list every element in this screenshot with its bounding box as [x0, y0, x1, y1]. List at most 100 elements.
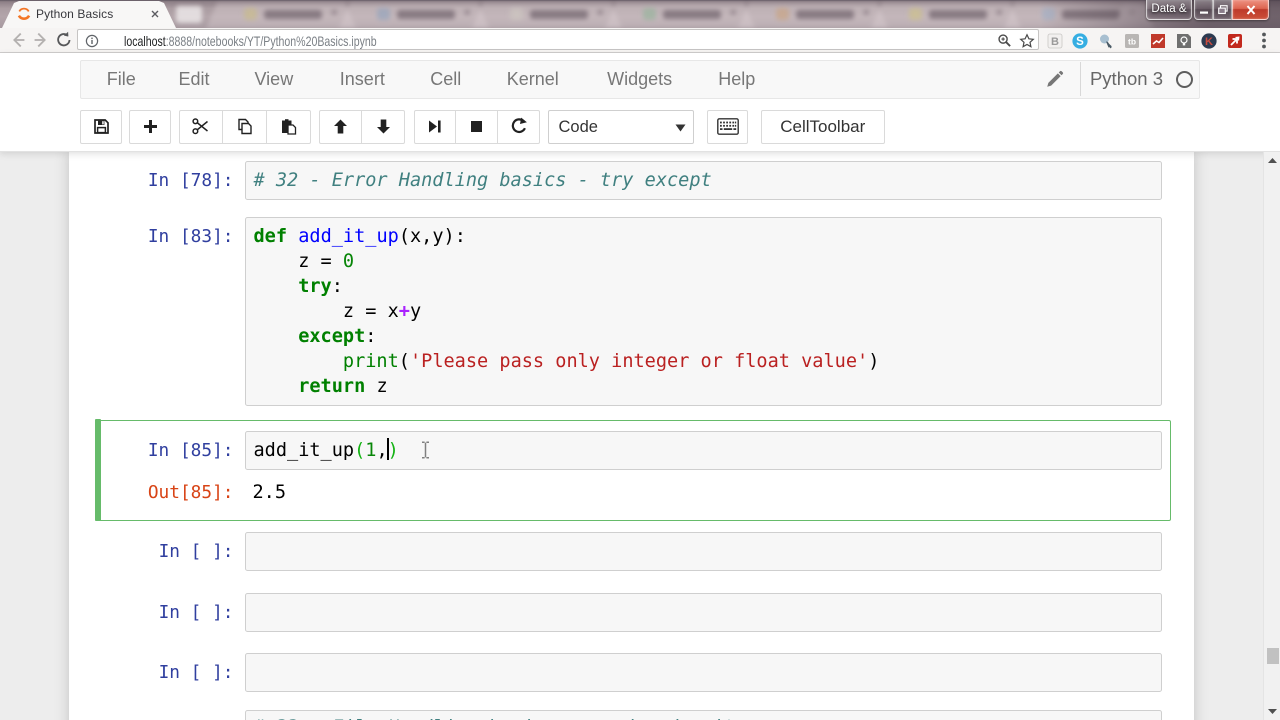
jupyter-favicon [17, 7, 31, 20]
extension-tb-grey-icon[interactable]: tb [1124, 33, 1140, 49]
svg-text:K: K [1205, 36, 1213, 48]
save-button[interactable] [80, 109, 122, 144]
input-prompt: In [ ]: [158, 661, 234, 683]
url-path: :8888/notebooks/YT/Python%20Basics.ipynb [165, 32, 377, 49]
code-cell[interactable]: In [ ]: [95, 531, 1171, 572]
code-cell-selected[interactable]: In [85]: add_it_up(1,) Out[85]: 2.5 [94, 419, 1171, 521]
menu-insert[interactable]: Insert [340, 61, 385, 97]
code-line: z = 0 [253, 251, 355, 272]
notebook-container: In [78]: # 32 - Error Handling basics - t… [69, 152, 1194, 720]
menu-help[interactable]: Help [718, 61, 755, 97]
window-minimize-button[interactable] [1194, 0, 1213, 20]
extension-skype-icon[interactable]: S [1072, 32, 1088, 49]
copy-button[interactable] [222, 109, 267, 144]
code-cell[interactable]: In [ ]: [95, 592, 1171, 633]
restart-button[interactable] [497, 109, 540, 144]
kernel-idle-indicator [1176, 70, 1193, 88]
code-line: def add_it_up(x,y): [253, 226, 466, 247]
move-up-icon [334, 119, 347, 134]
copy-icon [237, 118, 252, 135]
window-close-button[interactable] [1232, 0, 1269, 20]
extension-red-chart-icon[interactable] [1150, 33, 1166, 49]
active-tab-title: Python Basics [36, 7, 114, 21]
move-up-button[interactable] [319, 109, 362, 144]
paste-button[interactable] [266, 109, 311, 144]
menu-view[interactable]: View [255, 61, 294, 97]
window-maximize-button[interactable] [1213, 0, 1232, 20]
inactive-tab-title [663, 10, 721, 19]
code-line: except: [298, 326, 377, 347]
mouse-text-cursor [422, 441, 429, 459]
run-icon [429, 120, 441, 133]
url-hostname: localhost [123, 32, 166, 49]
code-input-area[interactable]: # 33 - File Handling basics - read and w… [244, 710, 1162, 720]
code-cell[interactable]: In [83]: def add_it_up(x,y): z = 0 try: z… [95, 216, 1171, 407]
inactive-tab-favicon [244, 8, 257, 20]
command-palette-button[interactable] [707, 109, 748, 144]
inactive-tab-close[interactable]: ✕ [729, 9, 737, 19]
stop-button[interactable] [455, 109, 498, 144]
extension-k-circle-icon[interactable]: K [1201, 32, 1217, 49]
url-text[interactable]: localhost:8888/notebooks/YT/Python%20Bas… [124, 33, 377, 49]
input-prompt: In [85]: [147, 440, 234, 461]
code-input-area[interactable] [244, 652, 1162, 692]
menu-widgets[interactable]: Widgets [607, 61, 672, 97]
inactive-tab-close[interactable]: ✕ [330, 9, 338, 19]
extension-buffer-icon[interactable]: B [1047, 33, 1063, 49]
menu-edit[interactable]: Edit [179, 61, 210, 97]
zoom-indicator-icon[interactable] [997, 33, 1012, 48]
code-cell[interactable]: In [78]: # 32 - Error Handling basics - t… [95, 160, 1171, 201]
vertical-scrollbar[interactable] [1263, 152, 1280, 720]
notebook-scroll-area[interactable]: In [78]: # 32 - Error Handling basics - t… [0, 152, 1280, 720]
browser-menu-icon[interactable] [1259, 31, 1269, 50]
forward-button[interactable] [29, 29, 53, 51]
menu-cell[interactable]: Cell [430, 61, 461, 97]
bookmark-star-icon[interactable] [1019, 32, 1035, 49]
chevron-down-icon [675, 124, 685, 131]
inactive-tab-close[interactable]: ✕ [463, 9, 471, 19]
scrollbar-thumb[interactable] [1266, 648, 1279, 664]
menu-kernel[interactable]: Kernel [507, 61, 559, 97]
code-line: print('Please pass only integer or float… [342, 351, 880, 372]
scrollbar-down-button[interactable] [1264, 703, 1280, 720]
code-line: add_it_up(1,) [253, 438, 399, 461]
code-input-area[interactable]: add_it_up(1,) [244, 431, 1162, 470]
code-input-area[interactable] [244, 592, 1162, 632]
code-cell[interactable]: # 33 - File Handling basics - read and w… [95, 709, 1171, 720]
extension-bulb-grey-icon[interactable] [1176, 33, 1192, 49]
cut-icon [192, 118, 208, 135]
output-prompt: Out[85]: [147, 481, 234, 503]
cut-button[interactable] [178, 109, 223, 144]
tab-close-button[interactable] [148, 7, 162, 21]
inactive-tab-close[interactable]: ✕ [862, 9, 870, 19]
run-button[interactable] [413, 109, 456, 144]
move-down-icon [376, 119, 390, 134]
refresh-button[interactable] [52, 29, 76, 51]
code-cell[interactable]: In [ ]: [95, 652, 1171, 693]
input-prompt: In [ ]: [158, 601, 234, 623]
move-down-button[interactable] [362, 109, 405, 144]
scrollbar-up-button[interactable] [1264, 152, 1280, 169]
back-button[interactable] [6, 29, 30, 51]
code-input-area[interactable]: # 32 - Error Handling basics - try excep… [244, 161, 1162, 200]
inactive-tab-title [530, 10, 588, 19]
extension-red-arrow-icon[interactable] [1227, 33, 1243, 49]
jupyter-toolbar: Code CellToolbar [80, 109, 1230, 144]
restart-icon [511, 117, 527, 134]
code-input-area[interactable] [244, 532, 1162, 571]
extension-search-pointer-icon[interactable] [1098, 33, 1114, 49]
code-input-area[interactable]: def add_it_up(x,y): z = 0 try: z = x+y e… [244, 217, 1162, 406]
inactive-tab-close[interactable]: ✕ [596, 9, 604, 19]
code-line: z = x+y [253, 301, 422, 322]
celltoolbar-button[interactable]: CellToolbar [761, 109, 885, 144]
inactive-tab-title [264, 10, 322, 19]
inactive-tab-close[interactable]: ✕ [995, 9, 1003, 19]
add-cell-button[interactable] [129, 109, 171, 144]
jupyter-menubar: File Edit View Insert Cell Kernel Widgets Help … [80, 59, 1200, 99]
page-info-icon[interactable] [85, 34, 99, 48]
browser-profile-button[interactable]: Data & [1146, 0, 1192, 20]
address-bar[interactable]: localhost:8888/notebooks/YT/Python%20Bas… [77, 29, 1039, 50]
menu-file[interactable]: File [107, 61, 136, 97]
cell-type-dropdown[interactable]: Code [547, 109, 694, 144]
